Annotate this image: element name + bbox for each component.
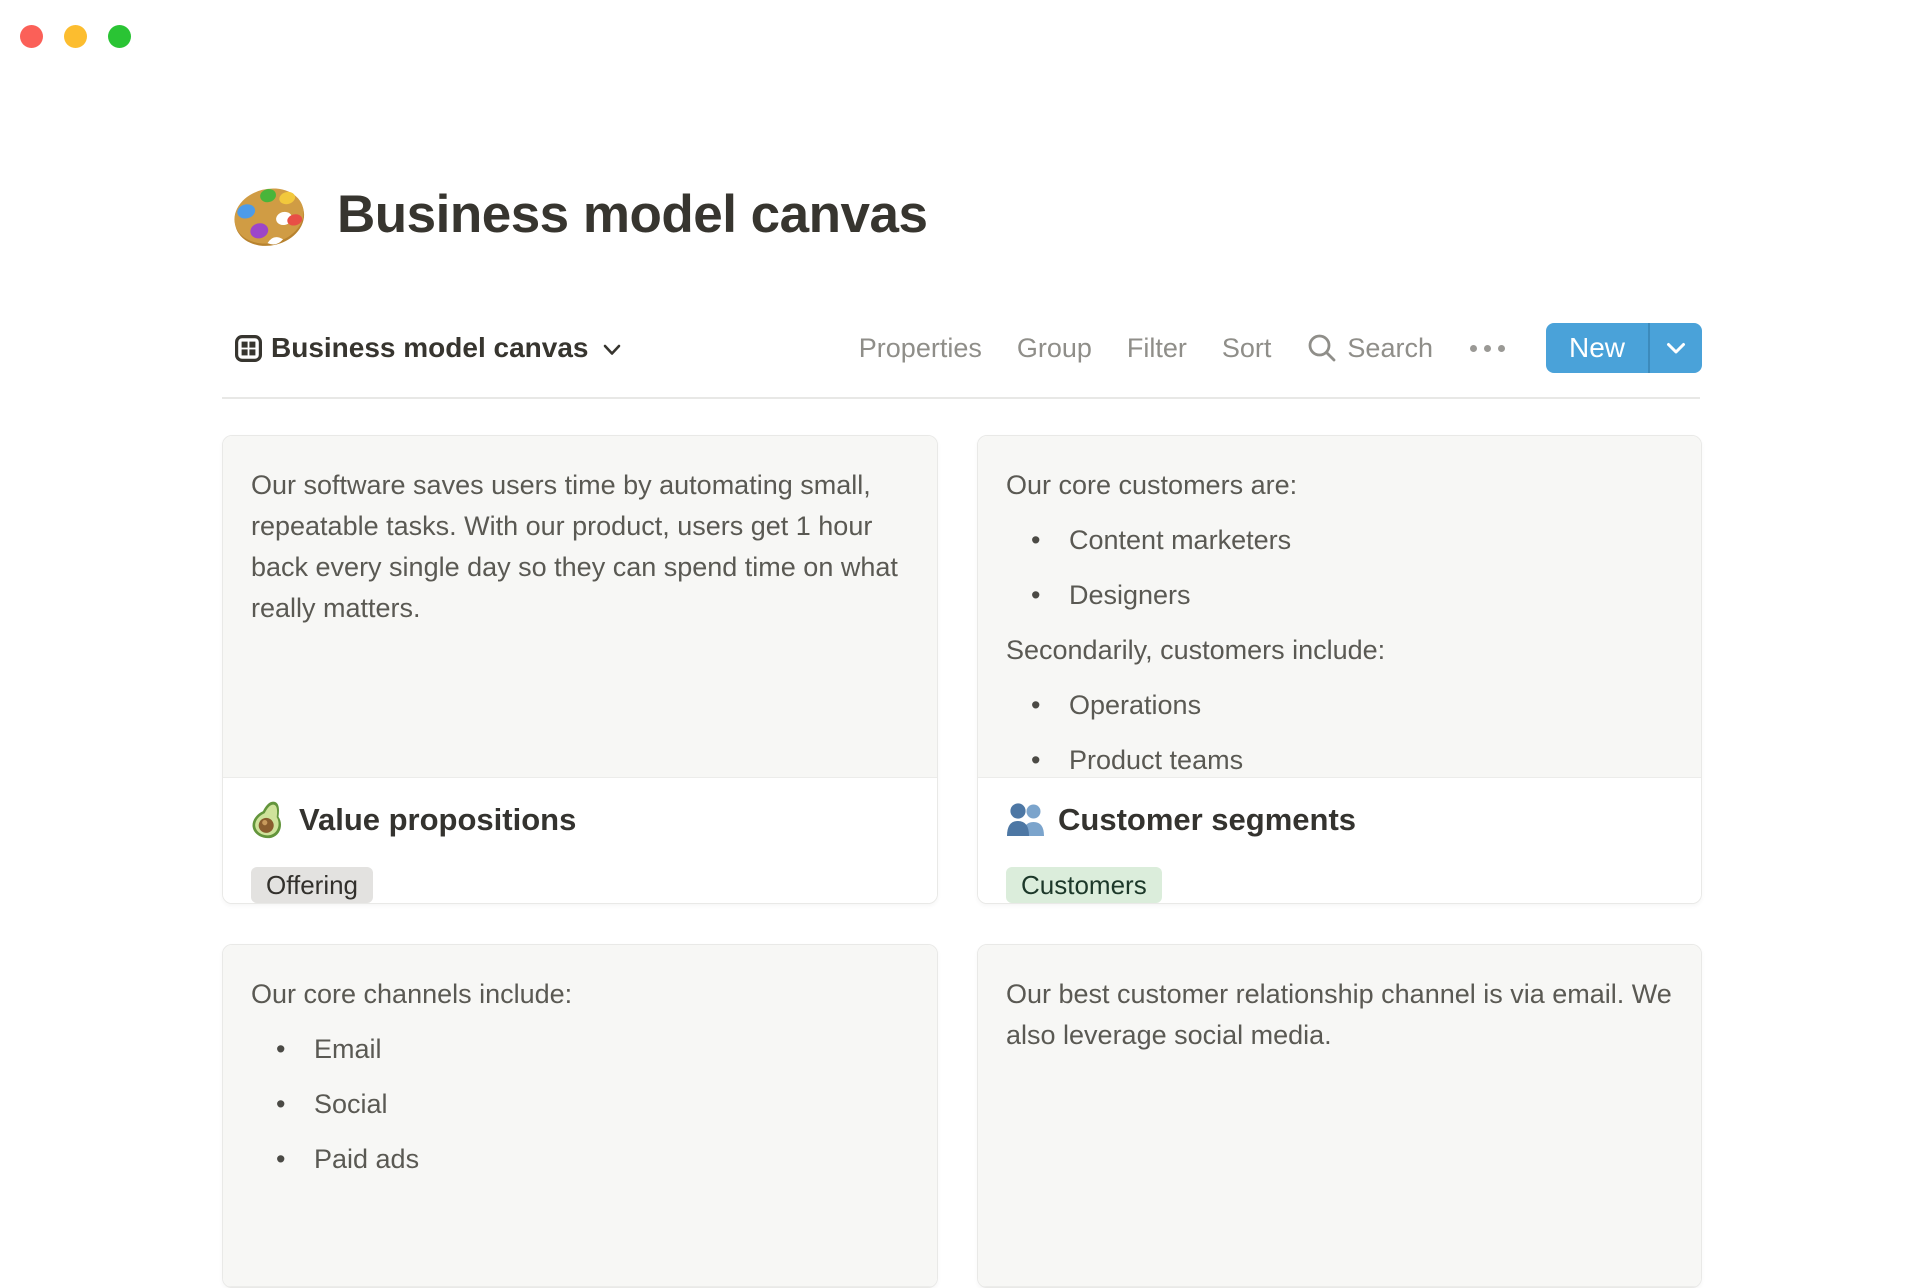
bullet-icon: • [276, 1034, 286, 1064]
palette-emoji [234, 188, 305, 246]
paragraph: Our core channels include: [251, 979, 573, 1009]
gallery-card[interactable]: Our core channels include: • Email • Social •… [222, 944, 938, 1288]
bullet-icon: • [1031, 745, 1041, 775]
page-header: Business model canvas [231, 170, 928, 258]
card-title: Customer segments [1058, 802, 1357, 837]
card-preview: Our core channels include: • Email • Social •… [223, 945, 937, 1287]
window-controls [20, 25, 131, 48]
view-bar: Business model canvas Properties Group F… [222, 323, 1702, 373]
card-preview: Our core customers are: • Content marketer… [978, 436, 1701, 778]
card-title-row: Value propositions [251, 799, 909, 841]
gallery-view-icon [235, 334, 262, 362]
page-title: Business model canvas [337, 184, 928, 244]
toolbar-divider [222, 397, 1700, 399]
list-item: • Designers [1006, 575, 1673, 616]
search-label: Search [1347, 332, 1433, 363]
view-tab[interactable]: Business model canvas [235, 332, 622, 364]
new-button-label[interactable]: New [1546, 323, 1648, 373]
gallery-grid: Our software saves users time by automat… [222, 435, 1702, 1288]
page: Business model canvas Business model can… [222, 0, 1702, 1288]
list-item: • Email [251, 1029, 909, 1070]
list-item: • Product teams [1006, 740, 1673, 777]
chevron-down-icon [604, 344, 621, 355]
paragraph: Our best customer relationship channel i… [1006, 979, 1672, 1050]
minimize-button[interactable] [64, 25, 87, 48]
list-item-text: Social [314, 1089, 388, 1119]
list-item: • Social [251, 1084, 909, 1125]
list-item-text: Content marketers [1069, 525, 1292, 555]
paragraph: Our software saves users time by automat… [251, 470, 898, 623]
paragraph: Our core customers are: [1006, 470, 1298, 500]
bullet-icon: • [276, 1089, 286, 1119]
properties-button[interactable]: Properties [859, 333, 982, 364]
more-options-button[interactable] [1468, 344, 1507, 352]
gallery-card[interactable]: Our software saves users time by automat… [222, 435, 938, 904]
card-footer: Customer segments Customers [978, 778, 1701, 903]
close-button[interactable] [20, 25, 43, 48]
list-item-text: Designers [1069, 580, 1191, 610]
paragraph: Secondarily, customers include: [1006, 635, 1386, 665]
sort-button[interactable]: Sort [1222, 333, 1272, 364]
bullet-icon: • [1031, 525, 1041, 555]
filter-button[interactable]: Filter [1127, 333, 1187, 364]
card-footer: Value propositions Offering [223, 778, 937, 903]
busts-in-silhouette-emoji-icon [1007, 803, 1044, 836]
list-item: • Content marketers [1006, 520, 1673, 561]
search-icon [1309, 334, 1336, 362]
zoom-button[interactable] [108, 25, 131, 48]
new-button[interactable]: New [1545, 323, 1702, 373]
card-title-row: Customer segments [1006, 799, 1673, 841]
new-dropdown-button[interactable] [1650, 323, 1702, 373]
ellipsis-icon [1469, 344, 1477, 352]
bullet-icon: • [276, 1144, 286, 1174]
list-item: • Paid ads [251, 1139, 909, 1180]
tag-badge[interactable]: Customers [1006, 867, 1162, 903]
group-button[interactable]: Group [1017, 333, 1092, 364]
card-preview: Our software saves users time by automat… [223, 436, 937, 778]
list-item: • Operations [1006, 685, 1673, 726]
toolbar: Properties Group Filter Sort Search New [859, 323, 1702, 373]
avocado-emoji-icon [252, 801, 281, 839]
gallery-card[interactable]: Our best customer relationship channel i… [977, 944, 1702, 1288]
card-preview: Our best customer relationship channel i… [978, 945, 1701, 1287]
card-title: Value propositions [299, 802, 577, 837]
list-item-text: Email [314, 1034, 382, 1064]
bullet-icon: • [1031, 580, 1041, 610]
list-item-text: Paid ads [314, 1144, 420, 1174]
list-item-text: Product teams [1069, 745, 1244, 775]
search-button[interactable]: Search [1306, 332, 1433, 364]
list-item-text: Operations [1069, 690, 1202, 720]
chevron-down-icon [1667, 342, 1685, 353]
bullet-icon: • [1031, 690, 1041, 720]
gallery-card[interactable]: Our core customers are: • Content marketer… [977, 435, 1702, 904]
view-name: Business model canvas [271, 332, 589, 363]
tag-badge[interactable]: Offering [251, 867, 374, 903]
